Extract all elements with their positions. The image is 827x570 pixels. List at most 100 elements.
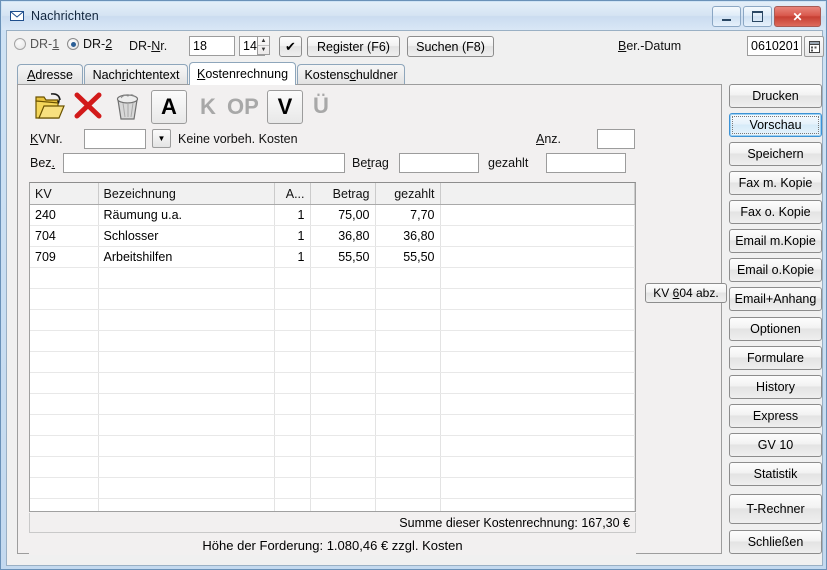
col-kv[interactable]: KV bbox=[30, 183, 98, 205]
tab-nachrichtentext[interactable]: Nachrichtentext bbox=[84, 64, 188, 84]
table-row-empty[interactable] bbox=[30, 457, 635, 478]
bez-input[interactable] bbox=[63, 153, 345, 173]
table-row-empty[interactable] bbox=[30, 268, 635, 289]
anz-input[interactable] bbox=[597, 129, 635, 149]
cell-empty bbox=[274, 268, 310, 289]
red-x-icon[interactable] bbox=[73, 91, 103, 124]
kv-abz-button[interactable]: KV 604 abz. bbox=[645, 283, 727, 303]
kvnr-dropdown-button[interactable]: ▼ bbox=[152, 129, 171, 148]
radio-dr2[interactable]: DR-2 bbox=[67, 37, 112, 51]
cell-blank bbox=[440, 247, 635, 268]
side-button-email-anhang[interactable]: Email+Anhang bbox=[729, 287, 822, 311]
register-button[interactable]: Register (F6) bbox=[307, 36, 400, 57]
maximize-button[interactable] bbox=[743, 6, 772, 27]
table-row-empty[interactable] bbox=[30, 310, 635, 331]
col-anzahl[interactable]: A... bbox=[274, 183, 310, 205]
sum-total-line: Summe dieser Kostenrechnung: 167,30 € bbox=[29, 513, 636, 533]
cell-betrag: 55,50 bbox=[310, 247, 375, 268]
tab-kostenrechnung[interactable]: Kostenrechnung bbox=[189, 62, 296, 85]
drnr-stepper[interactable]: ▲ ▼ bbox=[257, 36, 270, 55]
confirm-button[interactable]: ✔ bbox=[279, 36, 302, 57]
radio-dr2-label: DR-2 bbox=[83, 37, 112, 51]
side-button-label: History bbox=[756, 380, 795, 394]
side-button-label: Email o.Kopie bbox=[737, 263, 814, 277]
minimize-button[interactable] bbox=[712, 6, 741, 27]
kvnr-input[interactable] bbox=[84, 129, 146, 149]
envelope-icon bbox=[9, 8, 25, 24]
cell-empty bbox=[274, 331, 310, 352]
table-row[interactable]: 240Räumung u.a.175,007,70 bbox=[30, 205, 635, 226]
side-button-express[interactable]: Express bbox=[729, 404, 822, 428]
table-row-empty[interactable] bbox=[30, 478, 635, 499]
tab-strip: Adresse Nachrichtentext Kostenrechnung K… bbox=[17, 62, 822, 84]
table-row-empty[interactable] bbox=[30, 499, 635, 513]
cell-empty bbox=[440, 499, 635, 513]
cell-empty bbox=[375, 436, 440, 457]
sum-total-text: Summe dieser Kostenrechnung: 167,30 € bbox=[399, 516, 630, 530]
tab-kostenschuldner[interactable]: Kostenschuldner bbox=[297, 64, 405, 84]
cell-empty bbox=[30, 289, 98, 310]
table-row[interactable]: 704Schlosser136,8036,80 bbox=[30, 226, 635, 247]
table-row[interactable]: 709Arbeitshilfen155,5055,50 bbox=[30, 247, 635, 268]
side-button-schlie-en[interactable]: Schließen bbox=[729, 530, 822, 554]
close-icon: ✕ bbox=[792, 10, 802, 24]
gezahlt-input[interactable] bbox=[546, 153, 626, 173]
side-button-history[interactable]: History bbox=[729, 375, 822, 399]
trash-can-icon[interactable] bbox=[110, 89, 144, 126]
side-button-formulare[interactable]: Formulare bbox=[729, 346, 822, 370]
side-button-fax-m-kopie[interactable]: Fax m. Kopie bbox=[729, 171, 822, 195]
tab-adresse[interactable]: Adresse bbox=[17, 64, 83, 84]
cell-bezeichnung: Arbeitshilfen bbox=[98, 247, 274, 268]
v-toggle-button[interactable]: V bbox=[267, 90, 303, 124]
cell-empty bbox=[440, 436, 635, 457]
stepper-up-icon[interactable]: ▲ bbox=[258, 37, 269, 46]
cell-empty bbox=[375, 457, 440, 478]
side-button-gv-10[interactable]: GV 10 bbox=[729, 433, 822, 457]
client-area: DR-1 DR-2 DR-Nr. ▲ ▼ ✔ Register (F6) Suc… bbox=[6, 30, 823, 566]
side-button-vorschau[interactable]: Vorschau bbox=[729, 113, 822, 137]
register-button-label: Register (F6) bbox=[317, 40, 390, 54]
cell-empty bbox=[310, 478, 375, 499]
drnr-input[interactable] bbox=[189, 36, 235, 56]
side-button-email-m-kopie[interactable]: Email m.Kopie bbox=[729, 229, 822, 253]
col-bezeichnung[interactable]: Bezeichnung bbox=[98, 183, 274, 205]
close-button[interactable]: ✕ bbox=[774, 6, 821, 27]
a-toggle-button[interactable]: A bbox=[151, 90, 187, 124]
search-button[interactable]: Suchen (F8) bbox=[407, 36, 494, 57]
cell-empty bbox=[30, 331, 98, 352]
side-button-statistik[interactable]: Statistik bbox=[729, 462, 822, 486]
cell-empty bbox=[274, 415, 310, 436]
side-button-drucken[interactable]: Drucken bbox=[729, 84, 822, 108]
a-toggle-label: A bbox=[161, 94, 177, 120]
cell-empty bbox=[98, 457, 274, 478]
kosten-table[interactable]: KV Bezeichnung A... Betrag gezahlt 240Rä… bbox=[29, 182, 636, 512]
col-betrag[interactable]: Betrag bbox=[310, 183, 375, 205]
side-button-email-o-kopie[interactable]: Email o.Kopie bbox=[729, 258, 822, 282]
side-button-speichern[interactable]: Speichern bbox=[729, 142, 822, 166]
cell-bezeichnung: Räumung u.a. bbox=[98, 205, 274, 226]
side-button-t-rechner[interactable]: T-Rechner bbox=[729, 494, 822, 524]
tab-adresse-label: Adresse bbox=[27, 68, 73, 82]
stepper-down-icon[interactable]: ▼ bbox=[258, 46, 269, 54]
col-gezahlt[interactable]: gezahlt bbox=[375, 183, 440, 205]
table-row-empty[interactable] bbox=[30, 373, 635, 394]
table-row-empty[interactable] bbox=[30, 289, 635, 310]
side-button-optionen[interactable]: Optionen bbox=[729, 317, 822, 341]
col-blank[interactable] bbox=[440, 183, 635, 205]
table-row-empty[interactable] bbox=[30, 331, 635, 352]
cell-empty bbox=[310, 499, 375, 513]
table-row-empty[interactable] bbox=[30, 352, 635, 373]
table-row-empty[interactable] bbox=[30, 415, 635, 436]
cell-empty bbox=[310, 331, 375, 352]
cell-empty bbox=[274, 499, 310, 513]
side-button-fax-o-kopie[interactable]: Fax o. Kopie bbox=[729, 200, 822, 224]
table-row-empty[interactable] bbox=[30, 394, 635, 415]
betrag-input[interactable] bbox=[399, 153, 479, 173]
cell-empty bbox=[274, 436, 310, 457]
date-input[interactable] bbox=[747, 36, 802, 56]
radio-dr1[interactable]: DR-1 bbox=[14, 37, 59, 51]
open-folder-icon[interactable] bbox=[34, 91, 66, 124]
cell-empty bbox=[30, 436, 98, 457]
table-row-empty[interactable] bbox=[30, 436, 635, 457]
calendar-icon[interactable] bbox=[804, 36, 824, 57]
